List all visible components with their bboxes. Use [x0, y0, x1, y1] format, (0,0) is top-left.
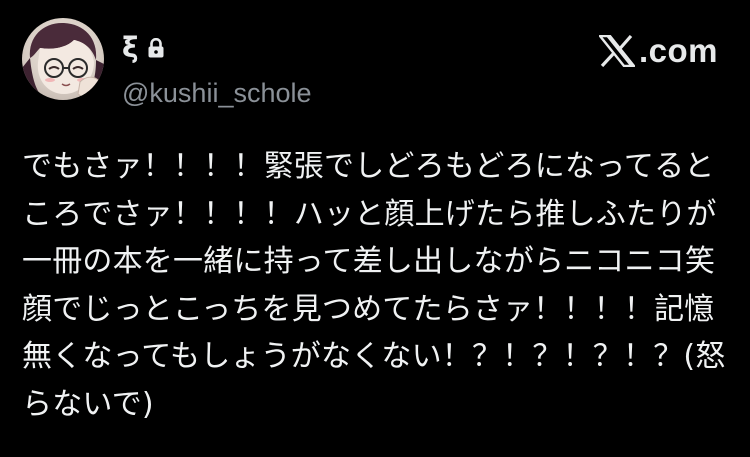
anime-character-avatar-icon	[22, 22, 104, 100]
tweet-text: でもさァ！！！！緊張でしどろもどろになってると ころでさァ！！！！ハッと顔上げた…	[22, 143, 732, 428]
tweet-line: ころでさァ！！！！ハッと顔上げたら推しふたりが	[22, 196, 717, 232]
name-row: ξ	[122, 32, 165, 64]
avatar[interactable]	[22, 18, 104, 100]
user-handle[interactable]: @kushii_schole	[122, 78, 312, 109]
tweet-line: でもさァ！！！！緊張でしどろもどろになってると	[22, 149, 715, 184]
x-logo-icon	[598, 35, 635, 67]
display-name[interactable]: ξ	[122, 34, 139, 62]
tweet-line: 一冊の本を一緒に持って差し出しながらニコニコ笑	[22, 244, 716, 279]
tweet-header: ξ @kushii_schole .com	[22, 18, 728, 108]
brand-text: .com	[638, 32, 718, 69]
lock-icon	[148, 38, 164, 58]
tweet-line: 顔でじっとこっちを見つめてたらさァ！！！！記憶	[22, 291, 715, 327]
brand-mark[interactable]: .com	[598, 32, 718, 70]
tweet-line: 無くなってもしょうがなくない！？！？！？！？(怒	[22, 339, 726, 374]
tweet-line: らないで)	[22, 386, 154, 422]
